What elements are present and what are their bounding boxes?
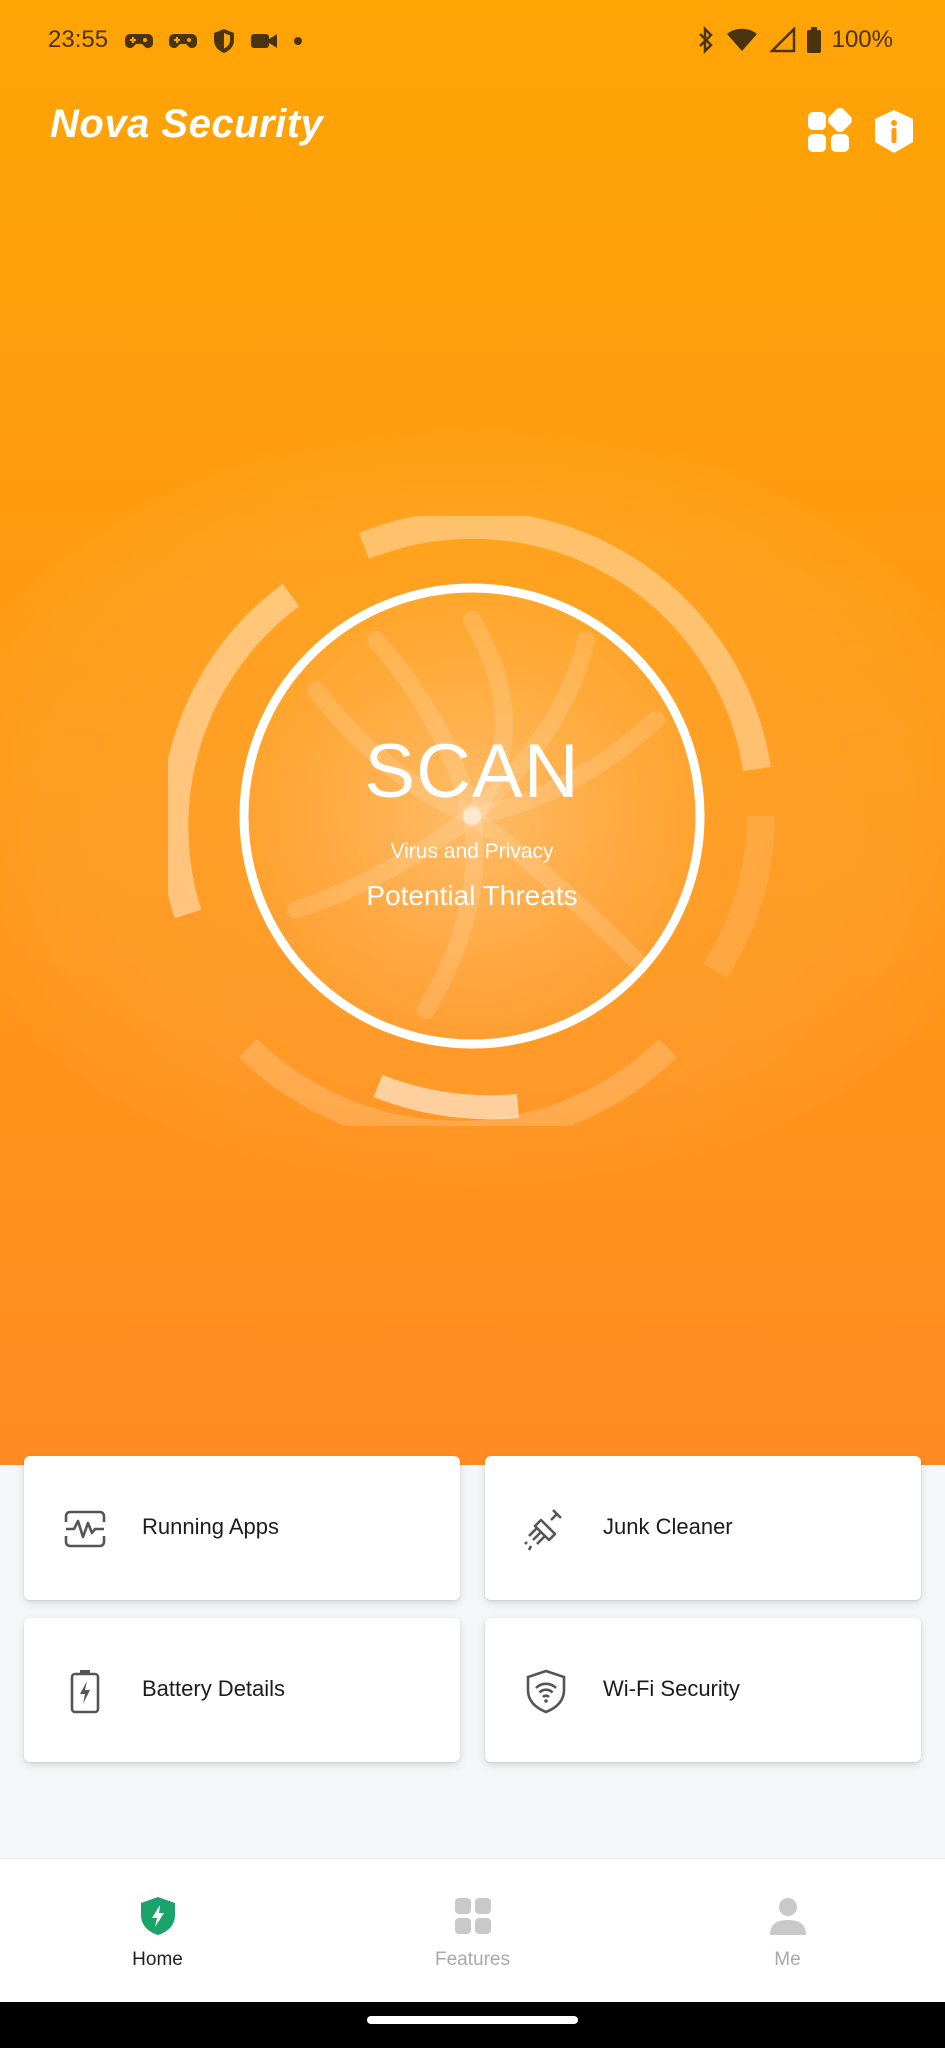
battery-details-label: Battery Details <box>142 1676 286 1701</box>
status-notification-icons <box>124 28 304 54</box>
home-shield-icon <box>141 1897 175 1935</box>
game-controller-icon <box>169 34 197 48</box>
app-title: Nova Security <box>50 102 324 146</box>
bluetooth-icon <box>698 26 713 54</box>
status-bar: 23:55 100% <box>0 0 945 86</box>
info-shield-icon <box>875 110 913 153</box>
wifi-icon <box>726 28 757 51</box>
shield-icon <box>214 29 234 53</box>
hero-background: 23:55 100% Nova Security SCAN Virus and … <box>0 0 945 1465</box>
scan-subtitle: Virus and Privacy <box>390 840 554 863</box>
dot-icon <box>294 37 302 45</box>
system-gesture-area <box>0 2002 945 2048</box>
battery-charging-icon <box>70 1670 100 1714</box>
wifi-shield-icon <box>526 1669 566 1714</box>
broom-icon <box>524 1509 562 1551</box>
dial-arc-right <box>703 815 775 979</box>
status-system-icons: 100% <box>696 26 893 54</box>
scan-caption: Potential Threats <box>366 880 578 911</box>
profile-icon <box>770 1898 806 1935</box>
nav-features-label: Features <box>435 1949 510 1970</box>
battery-percentage: 100% <box>831 26 893 53</box>
status-time: 23:55 <box>48 26 109 53</box>
grid-apps-button[interactable] <box>806 107 853 154</box>
nav-home[interactable]: Home <box>0 1859 315 2003</box>
running-apps-label: Running Apps <box>142 1514 279 1539</box>
features-grid-icon <box>455 1898 491 1934</box>
dial-arc-bottom-bright <box>373 1074 520 1120</box>
nav-me-label: Me <box>774 1949 801 1970</box>
wifi-security-card[interactable]: Wi-Fi Security <box>485 1618 921 1762</box>
nav-me[interactable]: Me <box>630 1859 945 2003</box>
home-gesture-handle[interactable] <box>367 2016 578 2024</box>
video-camera-icon <box>251 34 277 48</box>
scan-title: SCAN <box>364 729 580 814</box>
grid-apps-icon <box>808 107 853 152</box>
info-button[interactable] <box>871 108 917 154</box>
nav-home-label: Home <box>132 1949 183 1970</box>
scan-circle-graphic <box>239 583 705 1049</box>
game-controller-icon <box>125 34 153 48</box>
activity-monitor-icon <box>64 1510 106 1548</box>
junk-cleaner-card[interactable]: Junk Cleaner <box>485 1456 921 1600</box>
bottom-navigation: Home Features Me <box>0 1858 945 2003</box>
wifi-security-label: Wi-Fi Security <box>603 1676 740 1701</box>
battery-details-card[interactable]: Battery Details <box>24 1618 460 1762</box>
running-apps-card[interactable]: Running Apps <box>24 1456 460 1600</box>
scan-button[interactable] <box>236 580 708 1052</box>
junk-cleaner-label: Junk Cleaner <box>603 1514 733 1539</box>
battery-icon <box>806 27 821 53</box>
cell-signal-icon <box>768 27 795 53</box>
nav-features[interactable]: Features <box>315 1859 630 2003</box>
